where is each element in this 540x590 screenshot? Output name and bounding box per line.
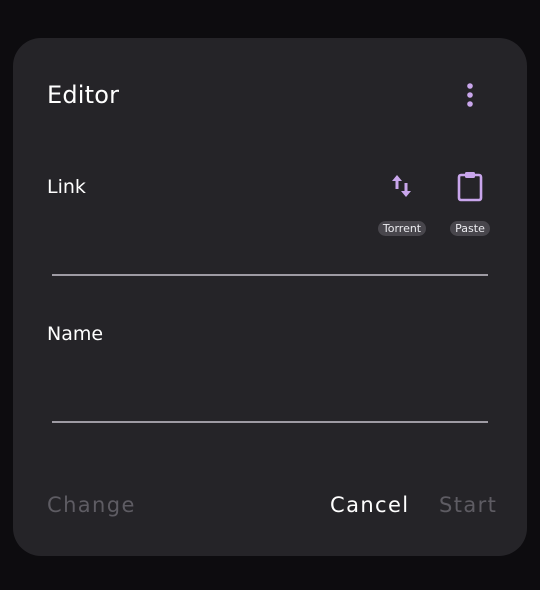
more-vert-icon xyxy=(467,83,473,107)
start-button[interactable]: Start xyxy=(439,492,497,518)
name-underline xyxy=(52,421,488,423)
change-button[interactable]: Change xyxy=(47,492,136,518)
link-label: Link xyxy=(47,176,86,198)
dialog-title: Editor xyxy=(47,81,120,109)
cancel-button[interactable]: Cancel xyxy=(330,492,410,518)
more-options-button[interactable] xyxy=(455,78,485,112)
clipboard-icon xyxy=(457,172,483,202)
torrent-button[interactable] xyxy=(382,166,422,206)
swap-vert-icon xyxy=(392,175,411,197)
name-input[interactable] xyxy=(52,381,488,411)
editor-dialog: Editor Link Torrent Paste Name Change Ca… xyxy=(13,38,527,556)
paste-button[interactable] xyxy=(450,166,490,206)
name-label: Name xyxy=(47,323,104,345)
link-underline xyxy=(52,274,488,276)
link-input[interactable] xyxy=(52,234,488,264)
